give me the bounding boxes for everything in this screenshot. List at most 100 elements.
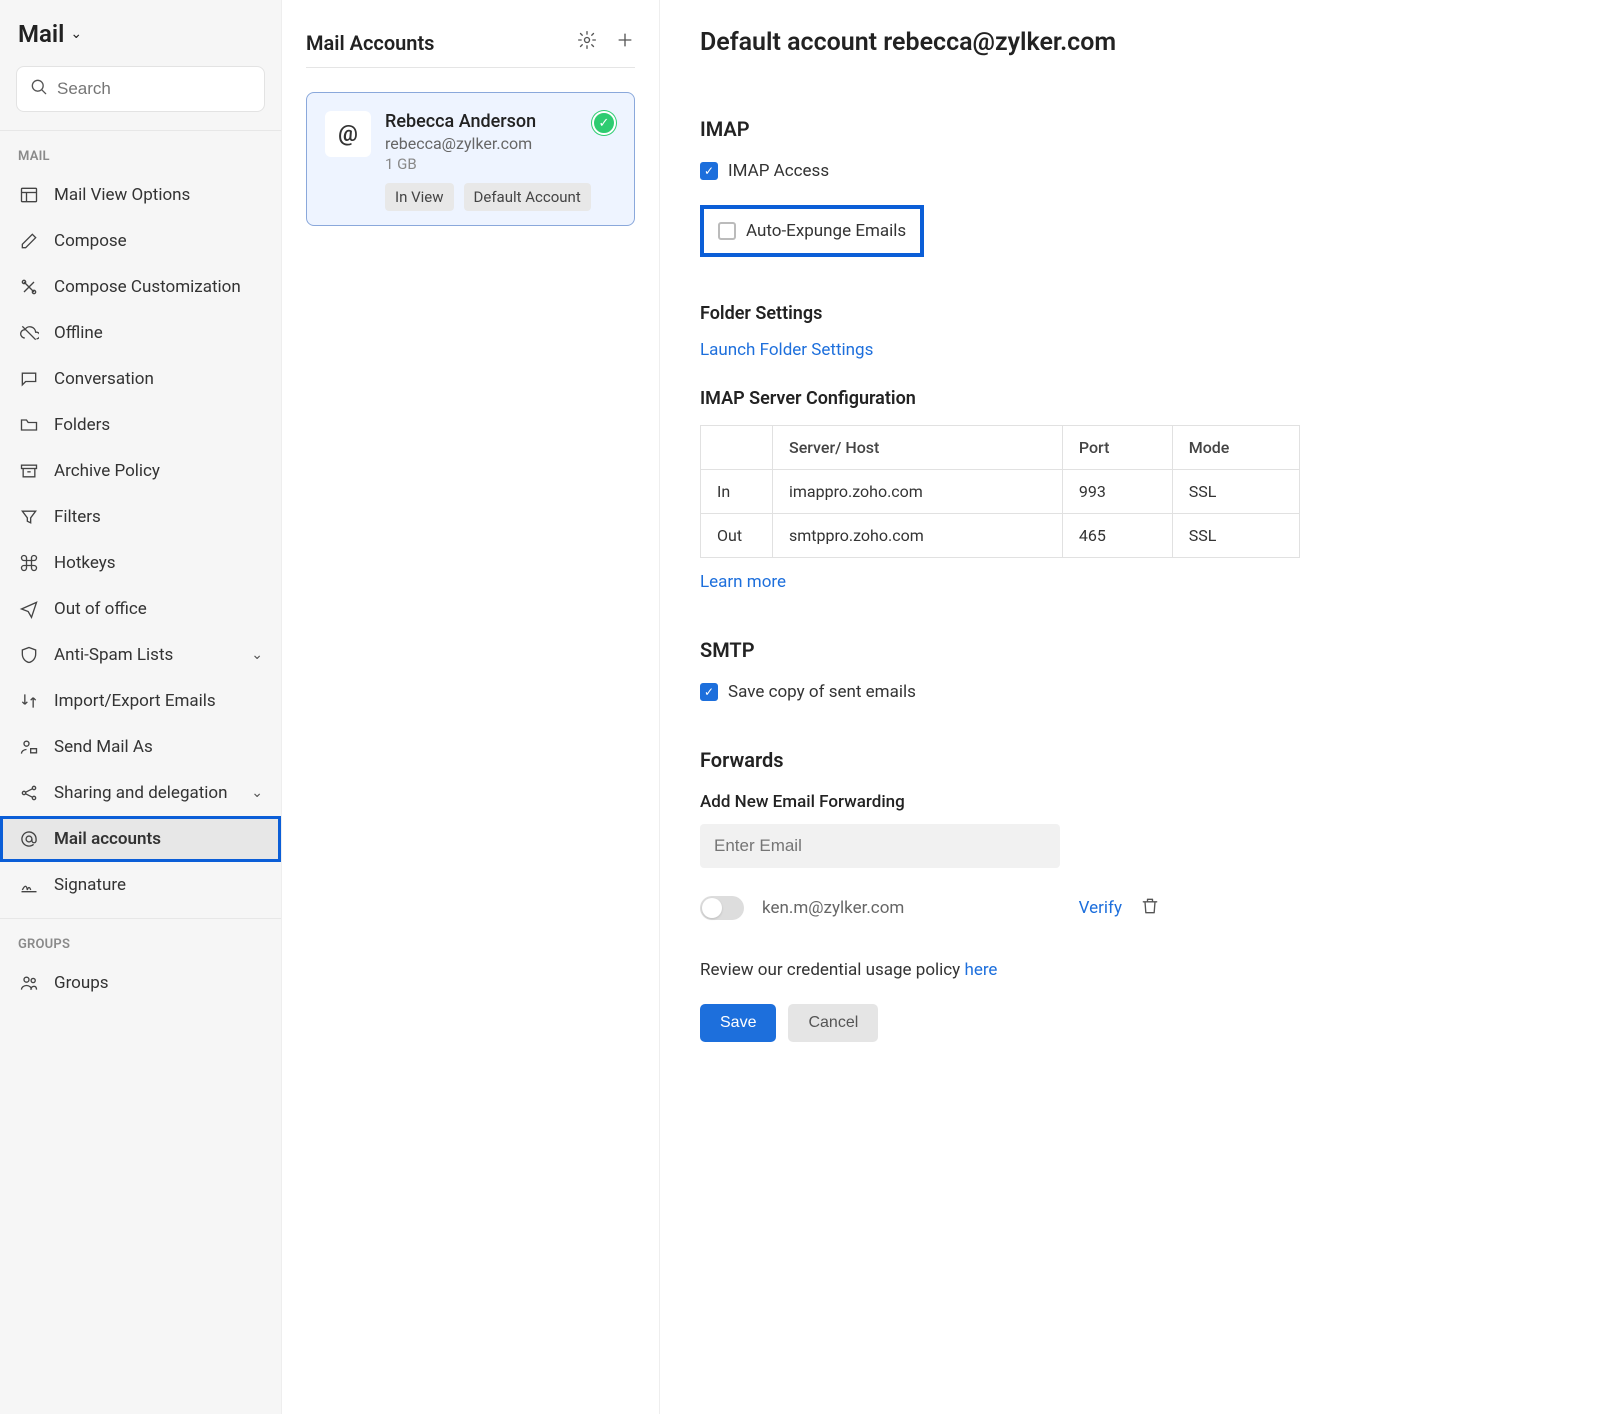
- checkbox-save-copy[interactable]: ✓: [700, 683, 718, 701]
- command-icon: [18, 552, 40, 574]
- th-server: Server/ Host: [773, 426, 1063, 470]
- sidebar-item-label: Hotkeys: [54, 553, 116, 573]
- sidebar-item-conversation[interactable]: Conversation: [0, 356, 281, 402]
- plane-icon: [18, 598, 40, 620]
- section-forwards-title: Forwards: [700, 748, 1560, 772]
- sidebar-item-label: Import/Export Emails: [54, 691, 216, 711]
- auto-expunge-label: Auto-Expunge Emails: [746, 221, 906, 241]
- chevron-down-icon: ⌄: [251, 647, 263, 663]
- policy-link[interactable]: here: [964, 960, 997, 980]
- search-box[interactable]: [16, 66, 265, 112]
- folder-settings-title: Folder Settings: [700, 303, 1560, 324]
- folder-icon: [18, 414, 40, 436]
- sidebar-item-label: Compose Customization: [54, 277, 241, 297]
- sidebar-item-folders[interactable]: Folders: [0, 402, 281, 448]
- forward-toggle[interactable]: [700, 896, 744, 920]
- learn-more-link[interactable]: Learn more: [700, 572, 1560, 592]
- checkbox-imap-access[interactable]: ✓: [700, 162, 718, 180]
- share-icon: [18, 782, 40, 804]
- save-button[interactable]: Save: [700, 1004, 776, 1042]
- nav-mail: Mail View Options Compose Compose Custom…: [0, 172, 281, 908]
- sidebar-item-compose-custom[interactable]: Compose Customization: [0, 264, 281, 310]
- accounts-title: Mail Accounts: [306, 31, 434, 55]
- search-icon: [29, 77, 49, 101]
- server-table: Server/ Host Port Mode In imappro.zoho.c…: [700, 425, 1300, 558]
- launch-folder-settings-link[interactable]: Launch Folder Settings: [700, 340, 1560, 360]
- trash-icon[interactable]: [1140, 896, 1160, 920]
- sidebar-item-label: Sharing and delegation: [54, 783, 228, 803]
- sidebar-item-groups[interactable]: Groups: [0, 960, 281, 1006]
- imap-access-label: IMAP Access: [728, 161, 829, 181]
- tag-in-view: In View: [385, 183, 454, 211]
- sidebar-item-antispam[interactable]: Anti-Spam Lists ⌄: [0, 632, 281, 678]
- sidebar-item-label: Groups: [54, 973, 109, 993]
- tools-icon: [18, 276, 40, 298]
- account-email: rebecca@zylker.com: [385, 134, 578, 153]
- sidebar-item-mail-accounts[interactable]: Mail accounts: [0, 816, 281, 862]
- shield-icon: [18, 644, 40, 666]
- sidebar-item-import-export[interactable]: Import/Export Emails: [0, 678, 281, 724]
- sidebar-item-label: Mail View Options: [54, 185, 190, 205]
- highlight-auto-expunge: Auto-Expunge Emails: [700, 205, 924, 257]
- main-content: Default account rebecca@zylker.com IMAP …: [660, 0, 1600, 1414]
- section-smtp-title: SMTP: [700, 638, 1560, 662]
- sidebar-item-ooo[interactable]: Out of office: [0, 586, 281, 632]
- save-copy-label: Save copy of sent emails: [728, 682, 916, 702]
- sidebar-item-label: Offline: [54, 323, 103, 343]
- sidebar-item-label: Conversation: [54, 369, 154, 389]
- th-blank: [701, 426, 773, 470]
- sidebar-item-send-as[interactable]: Send Mail As: [0, 724, 281, 770]
- checkbox-auto-expunge[interactable]: [718, 222, 736, 240]
- gear-icon[interactable]: [577, 30, 597, 55]
- chevron-down-icon: ⌄: [70, 26, 82, 42]
- sidebar-item-label: Archive Policy: [54, 461, 160, 481]
- sidebar-item-sharing[interactable]: Sharing and delegation ⌄: [0, 770, 281, 816]
- account-storage: 1 GB: [385, 155, 578, 173]
- check-badge-icon: ✓: [592, 111, 616, 135]
- sidebar-item-archive-policy[interactable]: Archive Policy: [0, 448, 281, 494]
- imap-access-row[interactable]: ✓ IMAP Access: [700, 161, 1560, 181]
- filter-icon: [18, 506, 40, 528]
- at-avatar: @: [325, 111, 371, 157]
- cancel-button[interactable]: Cancel: [788, 1004, 878, 1042]
- forward-email: ken.m@zylker.com: [762, 898, 942, 918]
- forwarding-email-input[interactable]: [700, 824, 1060, 868]
- forward-row: ken.m@zylker.com Verify: [700, 896, 1160, 920]
- page-title: Default account rebecca@zylker.com: [700, 28, 1560, 57]
- sidebar-item-label: Compose: [54, 231, 127, 251]
- plus-icon[interactable]: [615, 30, 635, 55]
- user-mail-icon: [18, 736, 40, 758]
- import-export-icon: [18, 690, 40, 712]
- policy-row: Review our credential usage policy here: [700, 960, 1560, 980]
- sidebar-title: Mail: [18, 20, 64, 48]
- account-card[interactable]: @ Rebecca Anderson rebecca@zylker.com 1 …: [306, 92, 635, 226]
- sidebar-item-compose[interactable]: Compose: [0, 218, 281, 264]
- sidebar-item-signature[interactable]: Signature: [0, 862, 281, 908]
- account-name: Rebecca Anderson: [385, 111, 578, 132]
- sidebar-item-label: Out of office: [54, 599, 147, 619]
- accounts-column: Mail Accounts @ Rebecca Anderson rebecca…: [282, 0, 660, 1414]
- th-port: Port: [1062, 426, 1172, 470]
- verify-link[interactable]: Verify: [1079, 898, 1122, 918]
- users-icon: [18, 972, 40, 994]
- chevron-down-icon: ⌄: [251, 785, 263, 801]
- signature-icon: [18, 874, 40, 896]
- chat-icon: [18, 368, 40, 390]
- sidebar-header[interactable]: Mail ⌄: [0, 0, 281, 66]
- sidebar-item-label: Folders: [54, 415, 110, 435]
- sidebar-item-mail-view[interactable]: Mail View Options: [0, 172, 281, 218]
- server-config-title: IMAP Server Configuration: [700, 388, 1560, 409]
- table-row-in: In imappro.zoho.com 993 SSL: [701, 470, 1300, 514]
- accounts-header: Mail Accounts: [306, 30, 635, 68]
- nav-groups: Groups: [0, 960, 281, 1006]
- sidebar-item-label: Anti-Spam Lists: [54, 645, 173, 665]
- sidebar-item-hotkeys[interactable]: Hotkeys: [0, 540, 281, 586]
- section-imap-title: IMAP: [700, 117, 1560, 141]
- sidebar-item-filters[interactable]: Filters: [0, 494, 281, 540]
- smtp-save-copy-row[interactable]: ✓ Save copy of sent emails: [700, 682, 1560, 702]
- tag-default: Default Account: [464, 183, 591, 211]
- section-label-mail: MAIL: [0, 131, 281, 172]
- sidebar-item-offline[interactable]: Offline: [0, 310, 281, 356]
- sidebar: Mail ⌄ MAIL Mail View Options Compose Co…: [0, 0, 282, 1414]
- search-input[interactable]: [57, 79, 252, 99]
